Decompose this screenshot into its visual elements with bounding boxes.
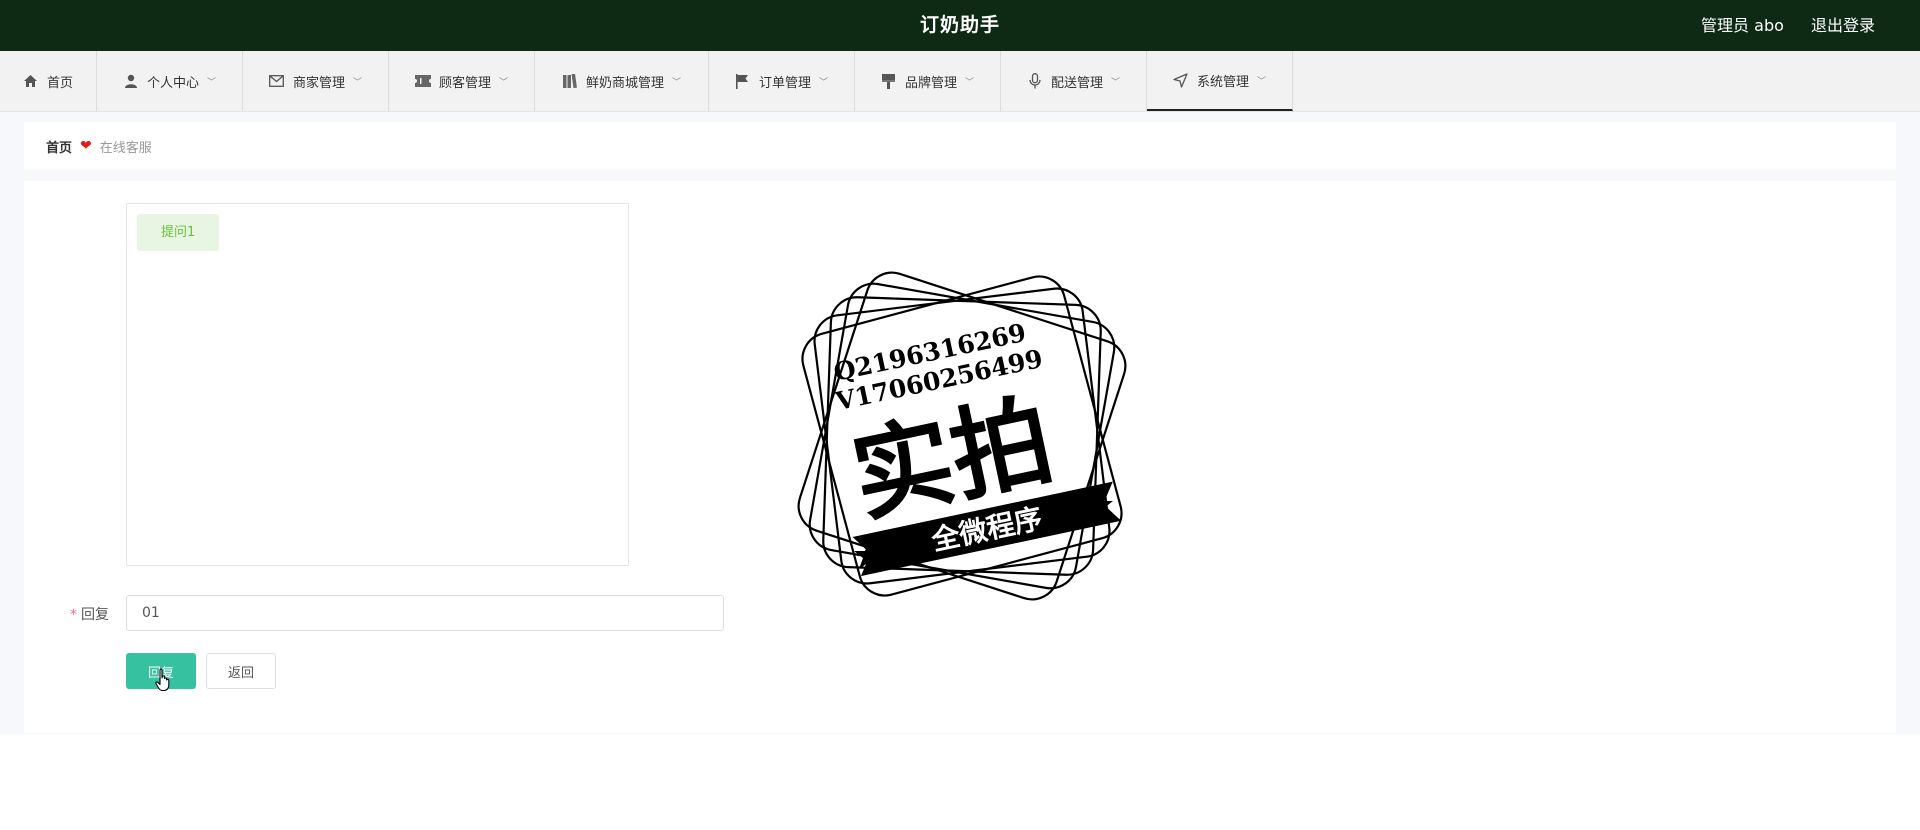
microphone-icon — [1027, 73, 1043, 89]
chat-history[interactable]: 提问1 — [126, 203, 629, 566]
chat-message-bubble: 提问1 — [137, 214, 220, 251]
required-mark: * — [70, 607, 77, 623]
nav-item-delivery[interactable]: 配送管理 ﹀ — [1001, 51, 1147, 111]
main-nav: 首页 个人中心 ﹀ 商家管理 ﹀ 顾客管理 ﹀ 鲜奶商城管理 ﹀ 订单管理 ﹀ — [0, 51, 1920, 112]
nav-item-orders[interactable]: 订单管理 ﹀ — [709, 51, 855, 111]
nav-item-system[interactable]: 系统管理 ﹀ — [1147, 51, 1293, 111]
heart-icon: ❤ — [80, 138, 92, 154]
nav-item-milk-mall[interactable]: 鲜奶商城管理 ﹀ — [535, 51, 709, 111]
nav-item-brand[interactable]: 品牌管理 ﹀ — [855, 51, 1001, 111]
nav-item-merchant[interactable]: 商家管理 ﹀ — [243, 51, 389, 111]
reply-label-text: 回复 — [81, 607, 109, 623]
nav-label: 顾客管理 — [438, 75, 491, 91]
nav-label: 商家管理 — [292, 75, 345, 91]
chevron-down-icon: ﹀ — [207, 77, 217, 88]
nav-label: 首页 — [46, 75, 73, 91]
breadcrumb-home[interactable]: 首页 — [46, 137, 72, 156]
nav-label: 系统管理 — [1196, 74, 1249, 90]
back-button[interactable]: 返回 — [206, 653, 276, 689]
nav-label: 配送管理 — [1050, 75, 1103, 91]
mail-icon — [269, 73, 285, 89]
chevron-down-icon: ﹀ — [1111, 77, 1121, 88]
nav-item-personal-center[interactable]: 个人中心 ﹀ — [97, 51, 243, 111]
ticket-icon — [414, 73, 431, 89]
app-title: 订奶助手 — [919, 14, 1000, 36]
nav-label: 品牌管理 — [904, 75, 957, 91]
navigation-icon — [1173, 72, 1189, 88]
hand-cursor-icon — [155, 668, 170, 692]
books-icon — [562, 73, 578, 89]
nav-item-home[interactable]: 首页 — [0, 51, 97, 111]
nav-label: 个人中心 — [146, 75, 199, 91]
logout-button[interactable]: 退出登录 — [1811, 16, 1875, 35]
nav-label: 鲜奶商城管理 — [585, 75, 664, 91]
chevron-down-icon: ﹀ — [353, 77, 363, 88]
breadcrumb-current: 在线客服 — [99, 140, 152, 156]
user-area: 管理员 abo 退出登录 — [1679, 12, 1875, 36]
nav-label: 订单管理 — [758, 75, 811, 91]
chevron-down-icon: ﹀ — [672, 77, 682, 88]
home-icon — [23, 73, 39, 89]
user-icon — [123, 73, 139, 89]
watermark-stamp: Q2196316269 V17060256499 实拍 全微程序 — [797, 271, 1127, 601]
breadcrumb: 首页 ❤ 在线客服 — [24, 122, 1896, 170]
reply-label: * 回复 — [70, 604, 109, 624]
current-user-label: 管理员 abo — [1701, 16, 1784, 35]
chevron-down-icon: ﹀ — [819, 77, 829, 88]
brush-icon — [881, 73, 897, 89]
chevron-down-icon: ﹀ — [499, 77, 509, 88]
top-header: 订奶助手 管理员 abo 退出登录 — [0, 0, 1920, 51]
chevron-down-icon: ﹀ — [1257, 76, 1267, 87]
chevron-down-icon: ﹀ — [965, 77, 975, 88]
reply-input[interactable] — [126, 595, 724, 631]
flag-icon — [735, 73, 751, 89]
nav-item-customer[interactable]: 顾客管理 ﹀ — [389, 51, 535, 111]
